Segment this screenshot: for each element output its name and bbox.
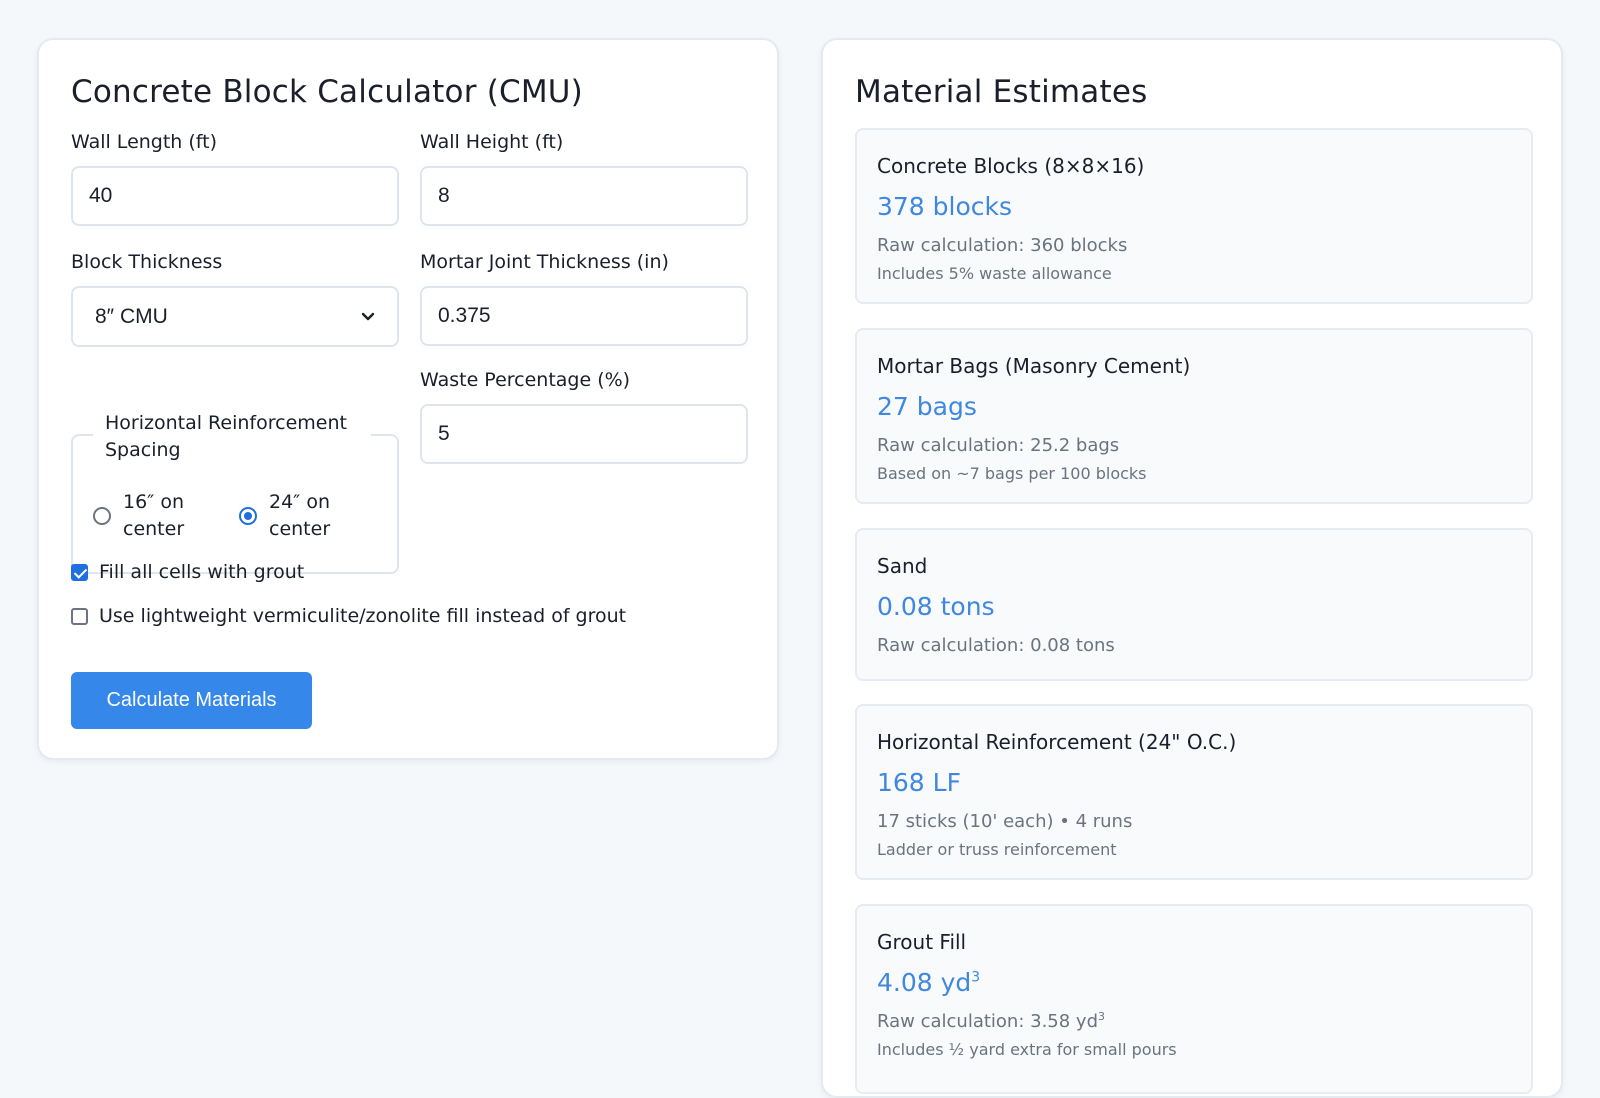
chevron-down-icon (361, 312, 375, 320)
reinforcement-spacing-group: Horizontal Reinforcement Spacing 16″ on … (71, 398, 399, 574)
waste-label: Waste Percentage (%) (420, 369, 631, 391)
card-raw: Raw calculation: 25.2 bags (877, 435, 1120, 456)
card-value-text: 4.08 yd (877, 968, 972, 997)
estimates-panel: Material Estimates Concrete Blocks (8×8×… (821, 38, 1563, 1098)
card-title: Sand (877, 554, 928, 578)
card-title: Concrete Blocks (8×8×16) (877, 154, 1145, 178)
card-value: 4.08 yd3 (877, 966, 1511, 1000)
mortar-joint-label: Mortar Joint Thickness (in) (420, 251, 669, 273)
card-title: Mortar Bags (Masonry Cement) (877, 354, 1191, 378)
lightweight-fill-label: Use lightweight vermiculite/zonolite fil… (99, 605, 627, 627)
card-value: 168 LF (877, 768, 961, 797)
card-raw: Raw calculation: 0.08 tons (877, 635, 1115, 656)
fill-grout-label: Fill all cells with grout (99, 561, 305, 583)
fill-grout-option[interactable]: Fill all cells with grout (71, 561, 304, 583)
card-note: Includes 5% waste allowance (877, 264, 1112, 283)
radio-24-label: 24″ on center (269, 491, 331, 540)
block-thickness-select[interactable]: 8″ CMU (71, 286, 399, 347)
waste-field: Waste Percentage (%) (420, 368, 748, 464)
wall-length-label: Wall Length (ft) (71, 131, 218, 153)
calculator-title: Concrete Block Calculator (CMU) (71, 74, 583, 110)
card-value: 0.08 tons (877, 592, 995, 621)
wall-height-field: Wall Height (ft) (420, 130, 748, 226)
radio-24-button[interactable] (239, 507, 257, 525)
block-thickness-selected: 8″ CMU (95, 304, 168, 328)
radio-16-label: 16″ on center (123, 491, 185, 540)
card-note: Based on ~7 bags per 100 blocks (877, 464, 1147, 483)
calculate-button[interactable]: Calculate Materials (71, 672, 312, 729)
mortar-card: Mortar Bags (Masonry Cement) 27 bags Raw… (855, 328, 1533, 504)
card-value: 378 blocks (877, 192, 1013, 221)
radio-16-on-center[interactable]: 16″ on center (93, 489, 213, 543)
wall-length-field: Wall Length (ft) (71, 130, 399, 226)
block-thickness-field: Block Thickness 8″ CMU (71, 250, 399, 347)
card-raw-text: Raw calculation: 3.58 yd (877, 1011, 1098, 1032)
sand-card: Sand 0.08 tons Raw calculation: 0.08 ton… (855, 528, 1533, 681)
card-note: Ladder or truss reinforcement (877, 840, 1117, 859)
block-thickness-label: Block Thickness (71, 251, 223, 273)
waste-input[interactable] (420, 404, 748, 464)
mortar-joint-field: Mortar Joint Thickness (in) (420, 250, 748, 346)
mortar-joint-input[interactable] (420, 286, 748, 346)
estimates-title: Material Estimates (855, 74, 1148, 110)
radio-24-on-center[interactable]: 24″ on center (239, 489, 359, 543)
lightweight-fill-option[interactable]: Use lightweight vermiculite/zonolite fil… (71, 605, 626, 627)
blocks-card: Concrete Blocks (8×8×16) 378 blocks Raw … (855, 128, 1533, 304)
lightweight-fill-checkbox[interactable] (71, 607, 88, 625)
card-title: Grout Fill (877, 930, 967, 954)
cubic-superscript: 3 (971, 969, 981, 986)
wall-length-input[interactable] (71, 166, 399, 226)
fill-grout-checkbox[interactable] (71, 563, 88, 581)
cubic-superscript: 3 (1098, 1010, 1105, 1023)
card-raw: Raw calculation: 360 blocks (877, 235, 1128, 256)
grout-card: Grout Fill 4.08 yd3 Raw calculation: 3.5… (855, 904, 1533, 1094)
calculator-panel: Concrete Block Calculator (CMU) Wall Len… (37, 38, 779, 760)
card-raw: Raw calculation: 3.58 yd3 (877, 1010, 1511, 1034)
reinforcement-card: Horizontal Reinforcement (24" O.C.) 168 … (855, 704, 1533, 880)
card-note: Includes ½ yard extra for small pours (877, 1040, 1177, 1059)
radio-16-button[interactable] (93, 507, 111, 525)
card-title: Horizontal Reinforcement (24" O.C.) (877, 730, 1237, 754)
wall-height-input[interactable] (420, 166, 748, 226)
card-raw: 17 sticks (10' each) • 4 runs (877, 811, 1133, 832)
reinforcement-legend: Horizontal Reinforcement Spacing (93, 410, 371, 464)
card-value: 27 bags (877, 392, 977, 421)
wall-height-label: Wall Height (ft) (420, 131, 564, 153)
